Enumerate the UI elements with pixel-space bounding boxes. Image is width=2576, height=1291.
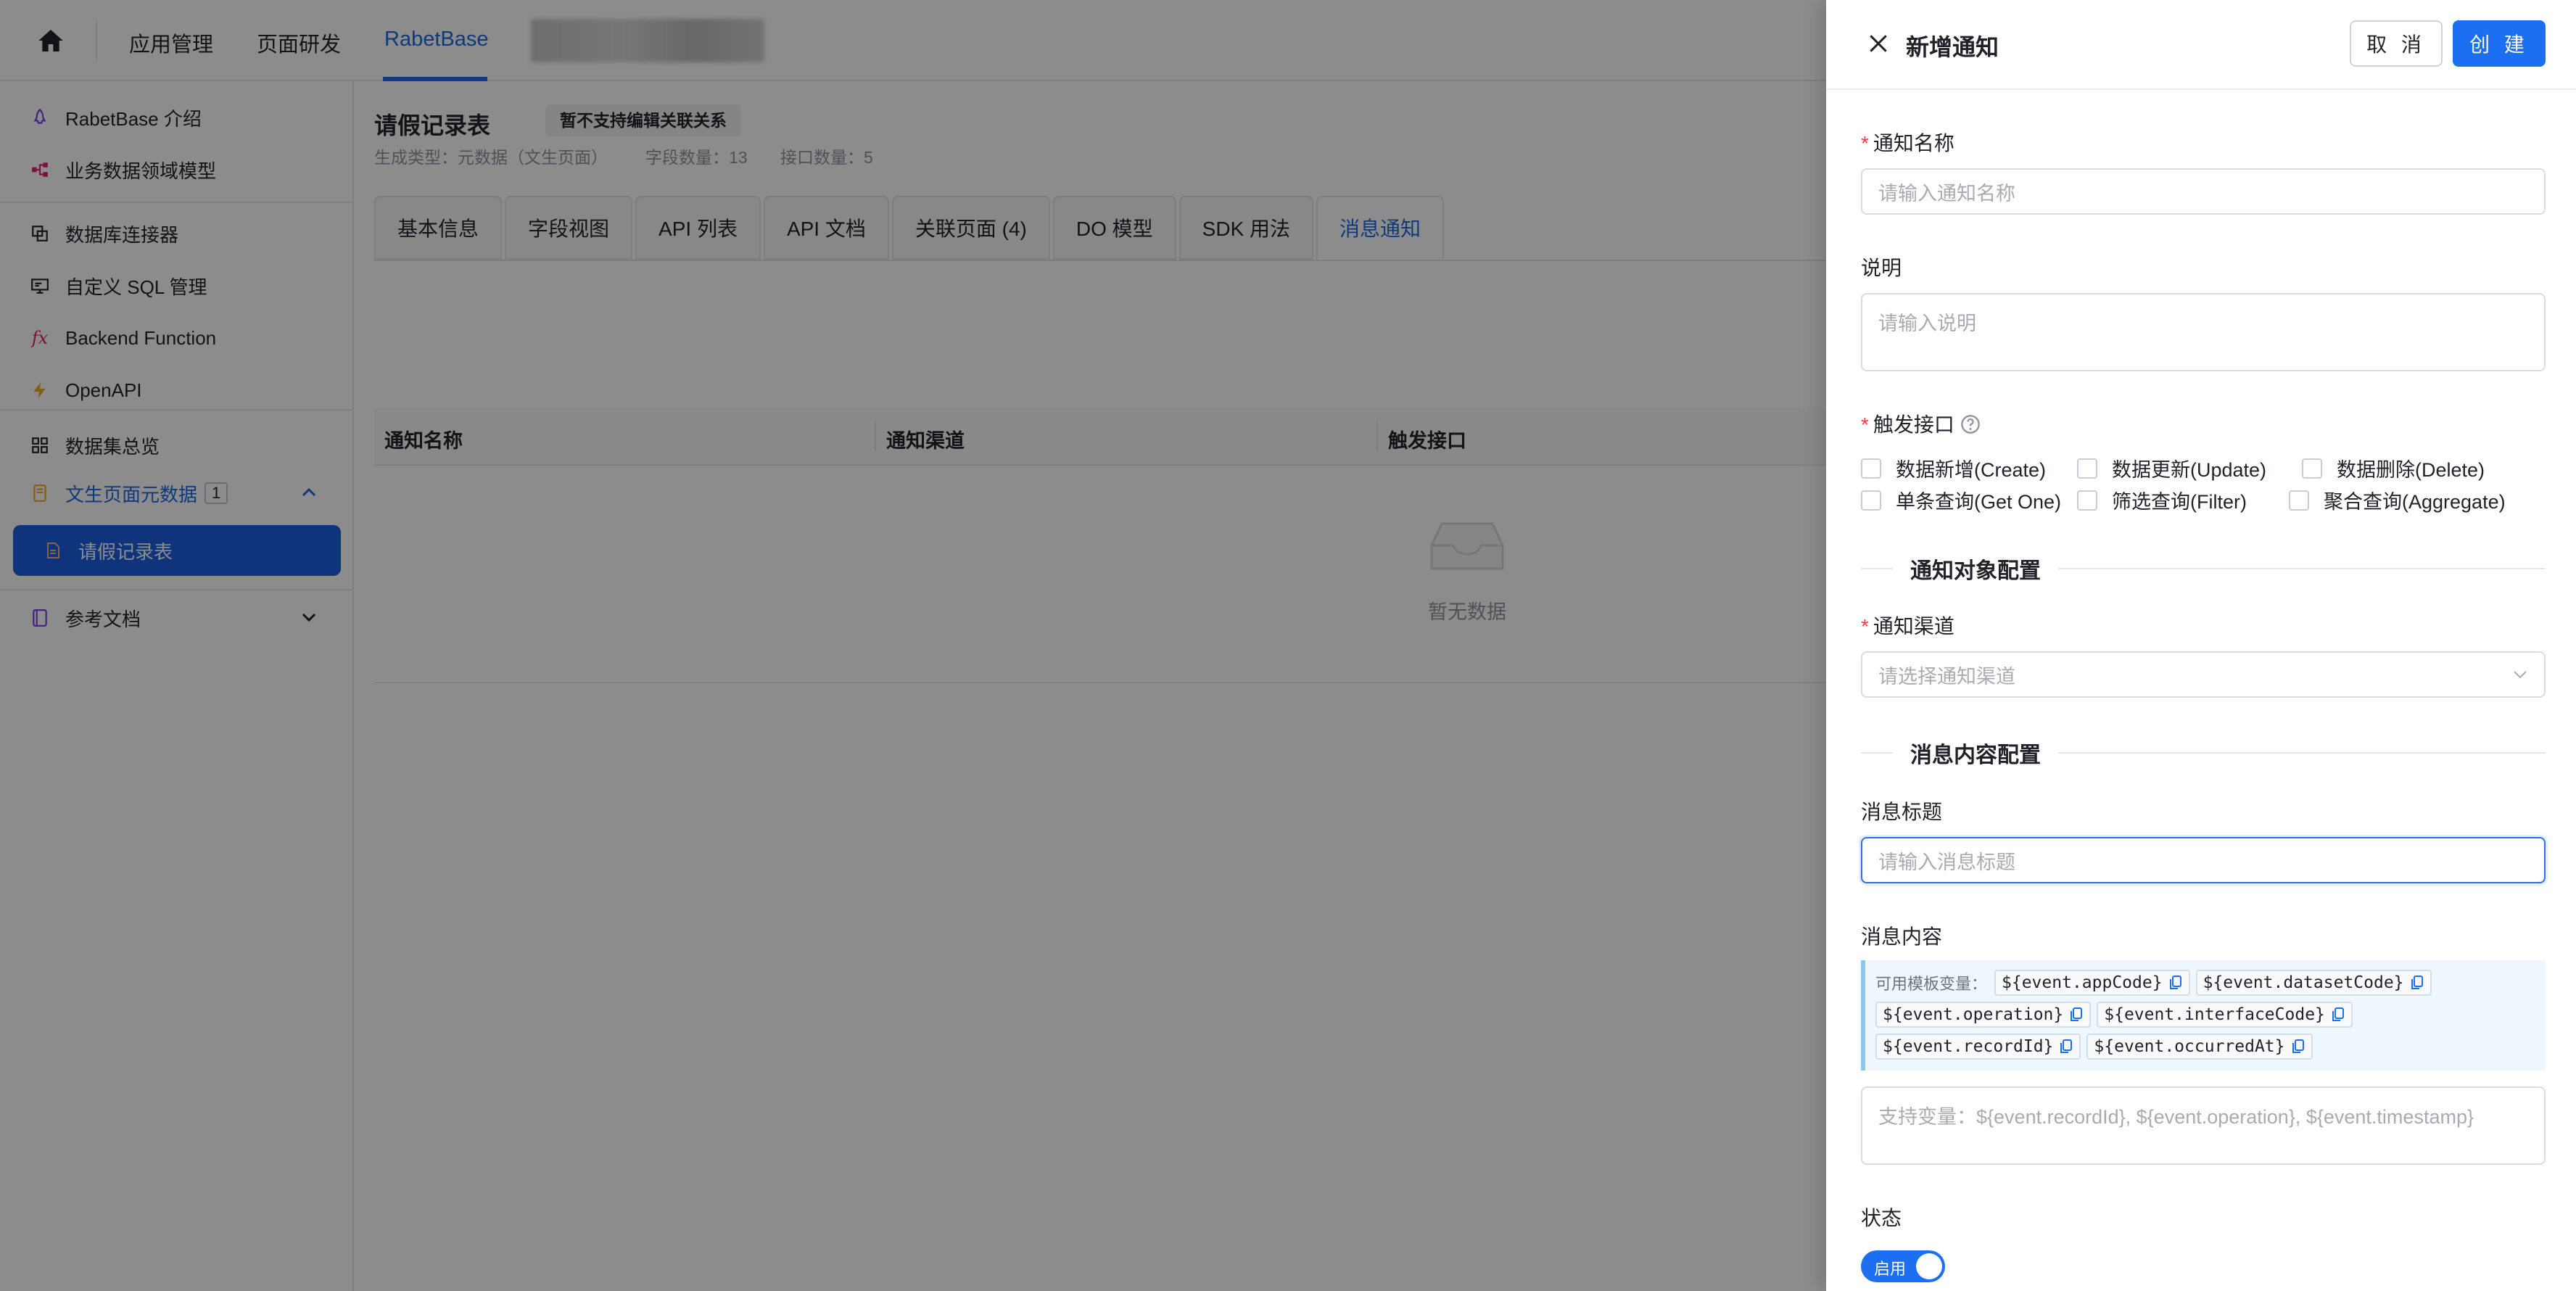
label-text: 触发接口 bbox=[1873, 413, 1954, 436]
checkbox-create[interactable]: 数据新增(Create) bbox=[1861, 454, 2051, 482]
variables-row: ${event.recordId} ${event.occurredAt} bbox=[1875, 1031, 2535, 1062]
required-mark: * bbox=[1861, 615, 1869, 638]
label-text: 通知名称 bbox=[1873, 132, 1954, 154]
message-content-textarea[interactable]: 支持变量：${event.recordId}, ${event.operatio… bbox=[1861, 1086, 2546, 1165]
variable-chip[interactable]: ${event.appCode} bbox=[1994, 970, 2190, 996]
checkbox-update[interactable]: 数据更新(Update) bbox=[2077, 454, 2287, 482]
name-label: * 通知名称 bbox=[1861, 128, 1954, 157]
checkbox[interactable] bbox=[2302, 458, 2322, 479]
checkbox-get-one[interactable]: 单条查询(Get One) bbox=[1861, 486, 2063, 514]
copy-icon[interactable] bbox=[2410, 975, 2424, 991]
variable-text: ${event.operation} bbox=[1883, 1005, 2064, 1024]
section-message-content: 消息内容配置 bbox=[1861, 738, 2546, 767]
variables-hint: 可用模板变量： bbox=[1875, 975, 1988, 993]
checkbox[interactable] bbox=[2289, 490, 2309, 511]
variables-row: ${event.operation} ${event.interfaceCode… bbox=[1875, 999, 2535, 1030]
variable-chip[interactable]: ${event.interfaceCode} bbox=[2097, 1002, 2353, 1028]
copy-icon[interactable] bbox=[2069, 1007, 2084, 1023]
checkbox[interactable] bbox=[1861, 490, 1881, 511]
variable-text: ${event.recordId} bbox=[1883, 1037, 2054, 1056]
channel-label: * 通知渠道 bbox=[1861, 611, 1954, 640]
label-text: 通知渠道 bbox=[1873, 615, 1954, 638]
variable-text: ${event.appCode} bbox=[2002, 973, 2163, 992]
toggle-knob bbox=[1916, 1253, 1942, 1279]
copy-icon[interactable] bbox=[2331, 1007, 2345, 1023]
drawer-header: 新增通知 取 消 创 建 bbox=[1826, 0, 2576, 90]
variable-text: ${event.occurredAt} bbox=[2094, 1037, 2285, 1056]
notification-channel-select[interactable]: 请选择通知渠道 bbox=[1861, 651, 2546, 698]
required-mark: * bbox=[1861, 132, 1869, 154]
variables-row: 可用模板变量： ${event.appCode} ${event.dataset… bbox=[1875, 968, 2535, 998]
message-title-input[interactable]: 请输入消息标题 bbox=[1861, 837, 2546, 883]
checkbox[interactable] bbox=[1861, 458, 1881, 479]
question-circle-icon[interactable] bbox=[1960, 414, 1981, 434]
checkbox-label: 单条查询(Get One) bbox=[1896, 491, 2062, 513]
checkbox-label: 聚合查询(Aggregate) bbox=[2324, 491, 2506, 513]
trigger-row-2: 单条查询(Get One) 筛选查询(Filter) 聚合查询(Aggregat… bbox=[1861, 486, 2506, 514]
checkbox-label: 筛选查询(Filter) bbox=[2112, 491, 2247, 513]
divider bbox=[1861, 568, 1893, 569]
msg-title-label: 消息标题 bbox=[1861, 801, 1943, 823]
new-notification-drawer: 新增通知 取 消 创 建 * 通知名称 请输入通知名称 说明 请输入说明 * 触发接… bbox=[1826, 0, 2576, 1291]
toggle-label: 启用 bbox=[1874, 1260, 1907, 1278]
trigger-row-1: 数据新增(Create) 数据更新(Update) 数据删除(Delete) bbox=[1861, 454, 2485, 482]
close-icon[interactable] bbox=[1867, 32, 1890, 55]
divider bbox=[1861, 752, 1893, 754]
description-textarea[interactable]: 请输入说明 bbox=[1861, 293, 2546, 371]
create-button[interactable]: 创 建 bbox=[2453, 20, 2546, 67]
checkbox-aggregate[interactable]: 聚合查询(Aggregate) bbox=[2289, 486, 2506, 514]
checkbox[interactable] bbox=[2077, 490, 2097, 511]
copy-icon[interactable] bbox=[2291, 1039, 2305, 1055]
status-toggle[interactable]: 启用 bbox=[1861, 1250, 1945, 1282]
variable-chip[interactable]: ${event.occurredAt} bbox=[2086, 1034, 2313, 1060]
cancel-button[interactable]: 取 消 bbox=[2350, 20, 2443, 67]
status-label: 状态 bbox=[1861, 1207, 1902, 1229]
divider bbox=[2058, 568, 2546, 569]
checkbox-filter[interactable]: 筛选查询(Filter) bbox=[2077, 486, 2274, 514]
checkbox[interactable] bbox=[2077, 458, 2097, 479]
msg-content-label: 消息内容 bbox=[1861, 925, 1943, 948]
copy-icon[interactable] bbox=[2168, 975, 2183, 991]
divider bbox=[2058, 752, 2546, 754]
checkbox-label: 数据新增(Create) bbox=[1896, 459, 2047, 481]
required-mark: * bbox=[1861, 413, 1869, 436]
checkbox-label: 数据更新(Update) bbox=[2112, 459, 2267, 481]
variable-text: ${event.interfaceCode} bbox=[2104, 1005, 2325, 1024]
variable-text: ${event.datasetCode} bbox=[2203, 973, 2404, 992]
checkbox-delete[interactable]: 数据删除(Delete) bbox=[2302, 454, 2485, 482]
trigger-label: * 触发接口 bbox=[1861, 409, 1981, 438]
variable-chip[interactable]: ${event.recordId} bbox=[1875, 1034, 2081, 1060]
section-title: 通知对象配置 bbox=[1910, 559, 2041, 583]
drawer-title: 新增通知 bbox=[1906, 34, 1999, 60]
variable-chip[interactable]: ${event.datasetCode} bbox=[2195, 970, 2432, 996]
template-variables-panel: 可用模板变量： ${event.appCode} ${event.dataset… bbox=[1861, 960, 2546, 1071]
section-title: 消息内容配置 bbox=[1910, 743, 2041, 767]
select-placeholder: 请选择通知渠道 bbox=[1878, 665, 2015, 688]
section-notification-target: 通知对象配置 bbox=[1861, 554, 2546, 583]
chevron-down-icon bbox=[2514, 671, 2527, 679]
variable-chip[interactable]: ${event.operation} bbox=[1875, 1002, 2092, 1028]
desc-label: 说明 bbox=[1861, 257, 1902, 279]
checkbox-label: 数据删除(Delete) bbox=[2337, 459, 2485, 481]
notification-name-input[interactable]: 请输入通知名称 bbox=[1861, 168, 2546, 215]
copy-icon[interactable] bbox=[2059, 1039, 2073, 1055]
